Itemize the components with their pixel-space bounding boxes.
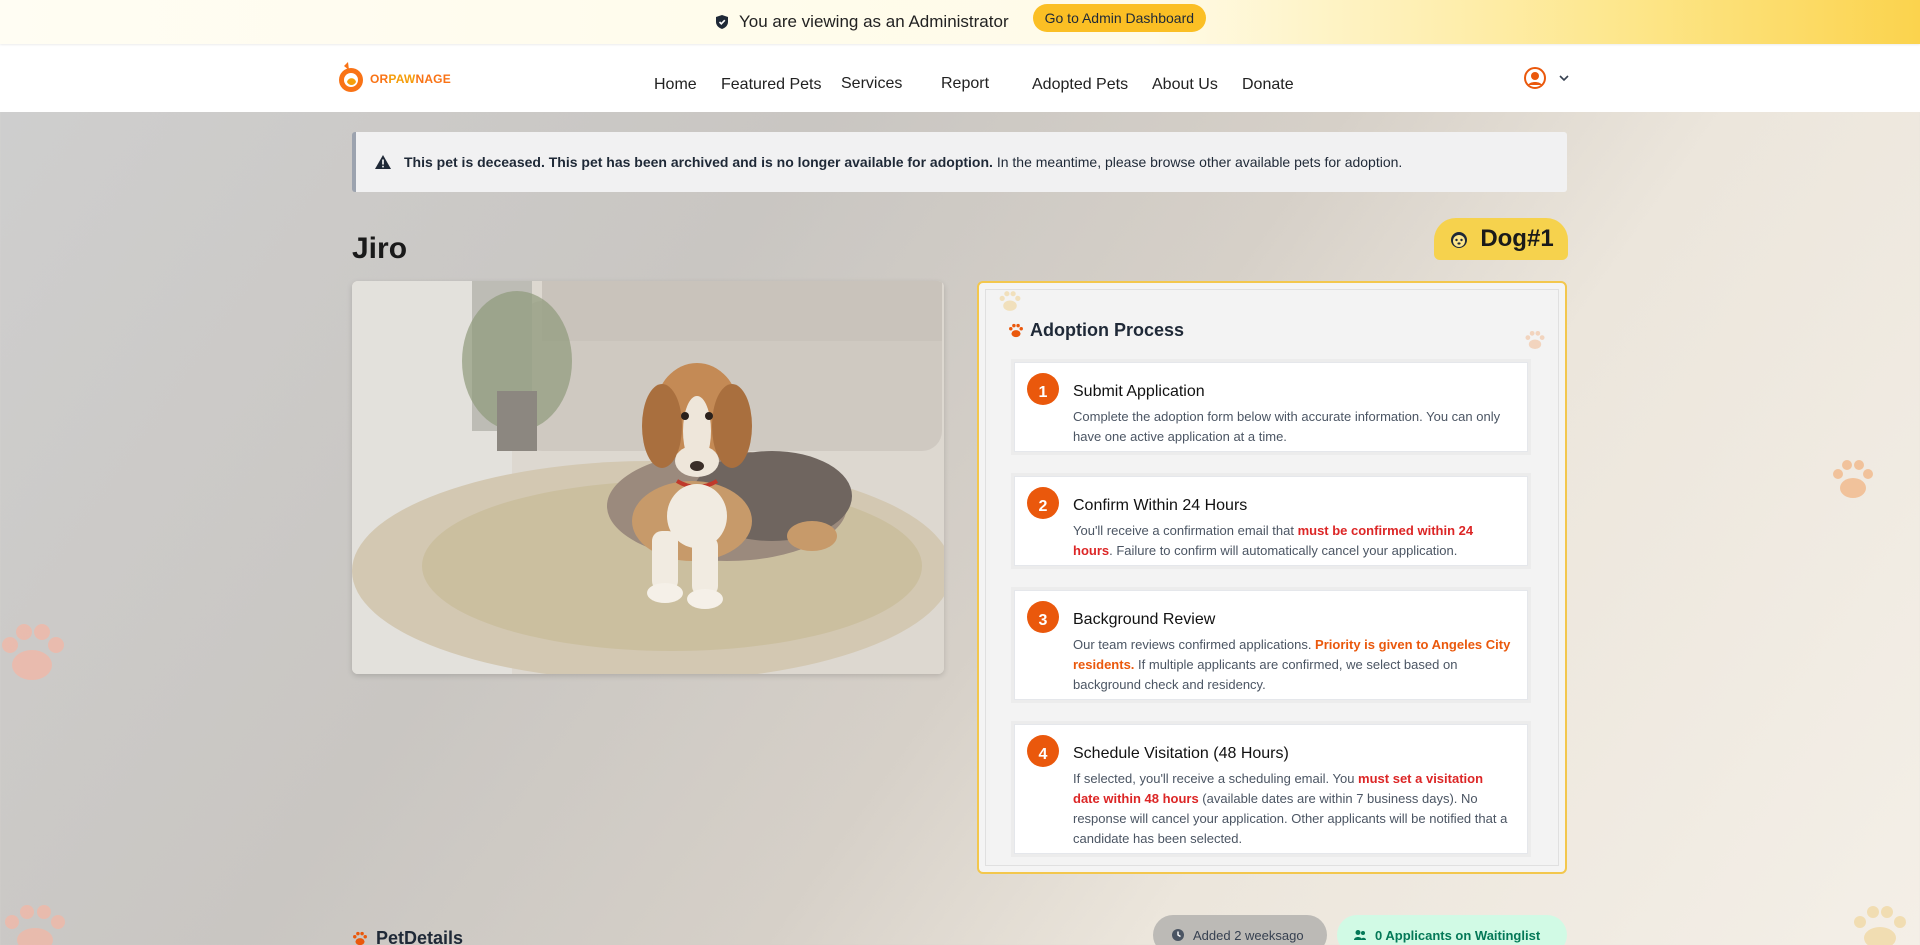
nav-adopted-pets[interactable]: Adopted Pets bbox=[1032, 76, 1128, 94]
pet-name: Jiro bbox=[352, 232, 408, 265]
logo-icon bbox=[339, 62, 363, 92]
logo-text: ORPAWNAGE bbox=[370, 72, 451, 86]
alert-bold-text: This pet is deceased. This pet has been … bbox=[404, 154, 993, 170]
process-step: 2 Confirm Within 24 Hours You'll receive… bbox=[1014, 476, 1528, 566]
nav-about-us[interactable]: About Us bbox=[1152, 76, 1218, 94]
nav-services[interactable]: Services bbox=[841, 75, 902, 93]
step-number: 1 bbox=[1027, 373, 1059, 405]
user-circle-icon bbox=[1524, 67, 1546, 89]
added-date-badge: Added 2 weeksago bbox=[1153, 915, 1327, 945]
adoption-process-card: Adoption Process 1 Submit Application Co… bbox=[977, 281, 1567, 874]
paw-decoration-icon bbox=[2, 624, 64, 680]
waitlist-badge: 0 Applicants on Waitinglist bbox=[1337, 915, 1567, 945]
paw-decoration-icon bbox=[1854, 906, 1906, 945]
dog-face-icon bbox=[1451, 232, 1468, 248]
adoption-process-scroll-area[interactable]: Adoption Process 1 Submit Application Co… bbox=[985, 289, 1559, 866]
step-title: Submit Application bbox=[1073, 383, 1205, 400]
alert-text: In the meantime, please browse other ava… bbox=[992, 154, 1403, 170]
step-description: Complete the adoption form below with ac… bbox=[1073, 409, 1501, 444]
process-step: 4 Schedule Visitation (48 Hours) If sele… bbox=[1014, 724, 1528, 854]
step-description: Our team reviews confirmed applications.… bbox=[1073, 637, 1511, 692]
logo[interactable]: ORPAWNAGE bbox=[338, 62, 451, 96]
admin-banner-text: You are viewing as an Administrator bbox=[738, 12, 1009, 31]
paw-icon bbox=[1009, 323, 1023, 338]
pet-tag-text: Dog#1 bbox=[1480, 225, 1554, 252]
deceased-alert: This pet is deceased. This pet has been … bbox=[352, 132, 1567, 192]
adoption-process-heading: Adoption Process bbox=[1008, 320, 1184, 341]
paw-decoration-icon bbox=[1525, 330, 1545, 350]
paw-decoration-icon bbox=[999, 291, 1021, 311]
admin-banner: You are viewing as an Administrator Go t… bbox=[0, 0, 1920, 44]
warning-icon bbox=[374, 154, 392, 170]
pet-photo bbox=[352, 281, 944, 674]
step-number: 4 bbox=[1027, 735, 1059, 767]
step-description: If selected, you'll receive a scheduling… bbox=[1073, 771, 1508, 846]
chevron-down-icon bbox=[1559, 75, 1569, 82]
step-title: Schedule Visitation (48 Hours) bbox=[1073, 745, 1289, 762]
step-number: 2 bbox=[1027, 487, 1059, 519]
step-description: You'll receive a confirmation email that… bbox=[1073, 523, 1474, 558]
step-title: Background Review bbox=[1073, 611, 1216, 628]
shield-icon bbox=[714, 14, 730, 30]
clock-icon bbox=[1172, 929, 1184, 941]
nav-home[interactable]: Home bbox=[654, 76, 697, 94]
paw-icon bbox=[353, 931, 367, 945]
paw-decoration-icon bbox=[1833, 460, 1873, 498]
process-step: 3 Background Review Our team reviews con… bbox=[1014, 590, 1528, 700]
nav-featured-pets[interactable]: Featured Pets bbox=[721, 76, 822, 94]
nav-report[interactable]: Report bbox=[941, 75, 989, 93]
paw-decoration-icon bbox=[5, 905, 65, 945]
nav-donate[interactable]: Donate bbox=[1242, 76, 1294, 94]
process-step: 1 Submit Application Complete the adopti… bbox=[1014, 362, 1528, 452]
navbar: ORPAWNAGE Home Featured Pets Services Re… bbox=[0, 44, 1920, 112]
step-title: Confirm Within 24 Hours bbox=[1073, 497, 1248, 514]
pet-details-heading: PetDetails bbox=[352, 928, 463, 945]
admin-dashboard-button[interactable]: Go to Admin Dashboard bbox=[1032, 4, 1207, 32]
users-icon bbox=[1354, 930, 1366, 940]
user-menu[interactable] bbox=[1523, 66, 1571, 90]
step-number: 3 bbox=[1027, 601, 1059, 633]
pet-tag-badge: Dog#1 bbox=[1434, 218, 1568, 260]
